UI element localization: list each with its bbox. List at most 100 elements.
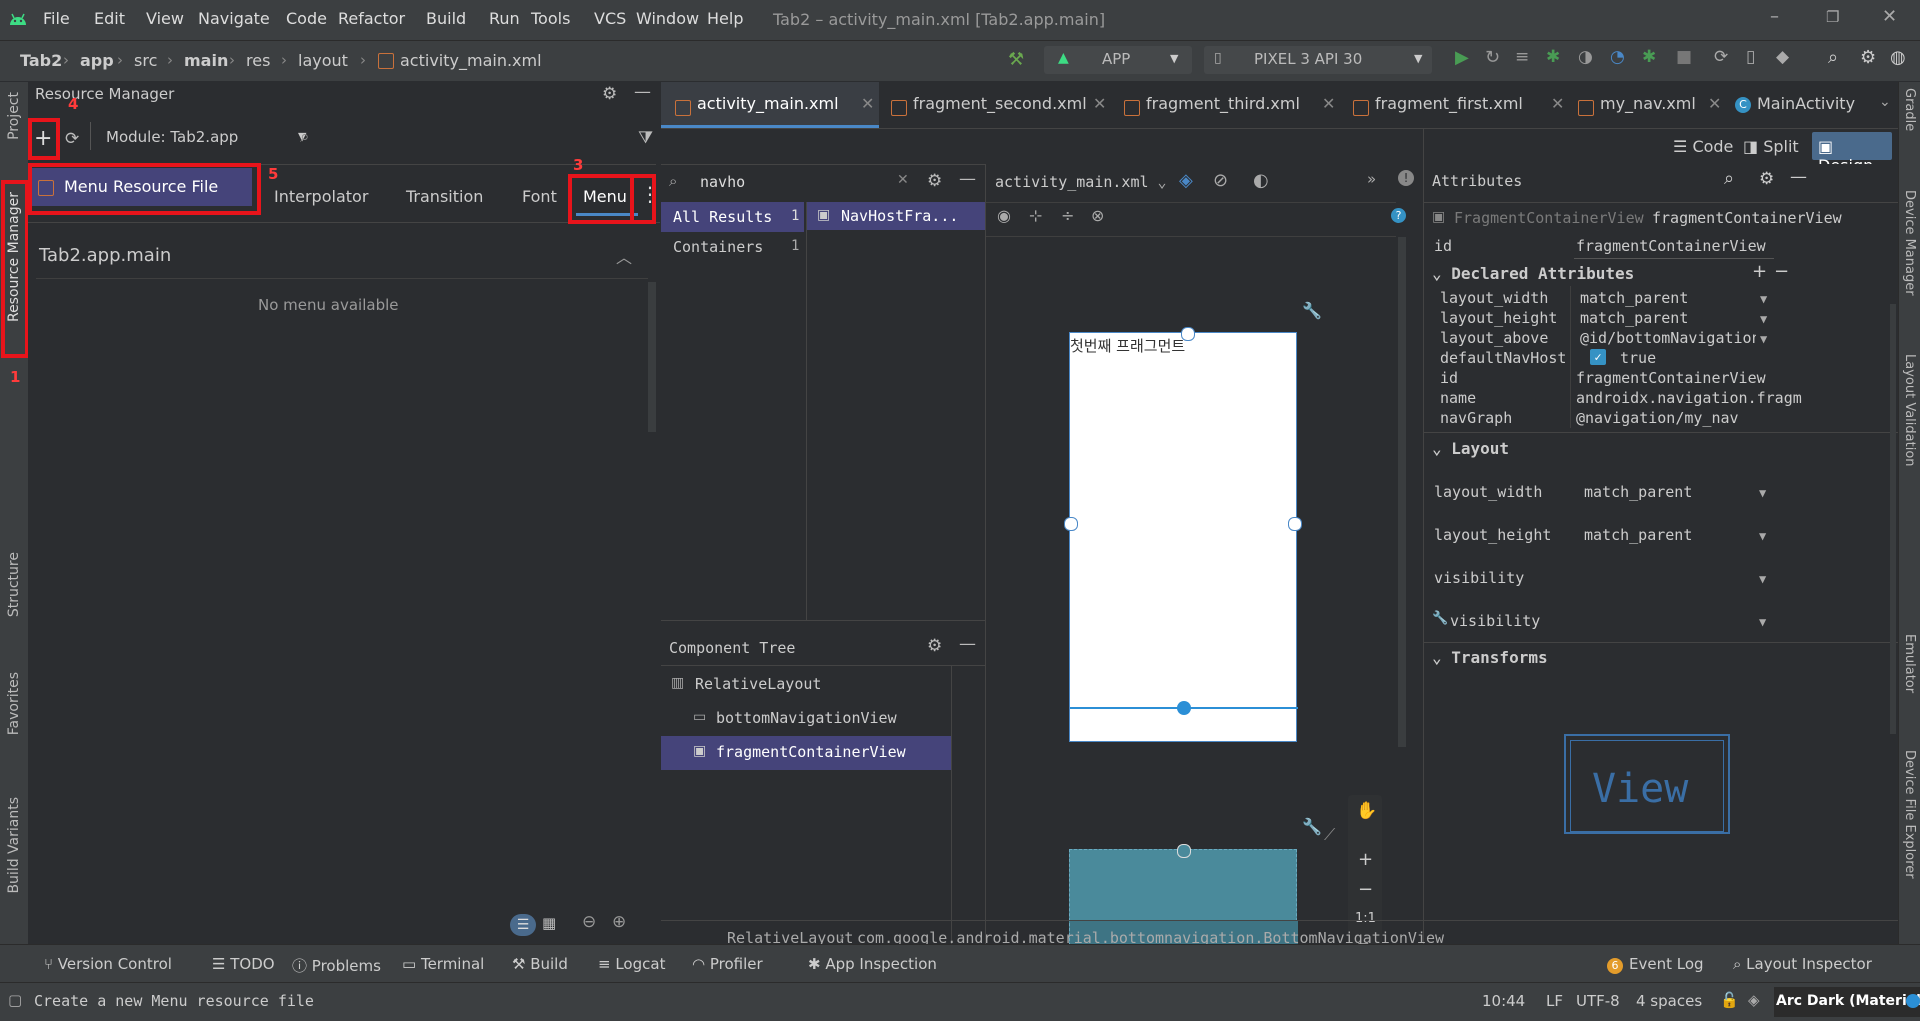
resize-handle-icon[interactable]: ⟋ (1324, 825, 1335, 845)
chevron-down-icon[interactable]: ▼ (1760, 332, 1767, 346)
palette-category-containers[interactable]: Containers 1 (661, 232, 804, 262)
close-tab-icon[interactable]: ✕ (861, 94, 874, 113)
tool-layout-inspector[interactable]: ⌕ Layout Inspector (1733, 955, 1872, 973)
build-hammer-icon[interactable]: ⚒ (1008, 49, 1024, 70)
tool-tab-favorites[interactable]: Favorites (6, 672, 22, 735)
debug-icon[interactable]: ✱ (1546, 47, 1560, 67)
filter-icon[interactable]: ⧩ (638, 128, 653, 148)
split-mode-button[interactable]: ◨ Split (1743, 137, 1799, 156)
attr-value[interactable]: match_parent (1584, 483, 1834, 501)
attr-value[interactable]: fragmentContainerView (1576, 369, 1826, 387)
zoom-out-icon[interactable]: ⊖ (582, 912, 596, 932)
tree-item-fragment-container-view[interactable]: ▣ fragmentContainerView (661, 736, 951, 770)
tab-font[interactable]: Font (522, 187, 557, 206)
eye-visibility-icon[interactable]: ◉ (997, 206, 1011, 225)
search-icon[interactable]: ⌕ (300, 127, 310, 147)
tree-item-relative-layout[interactable]: ▥ RelativeLayout (661, 668, 951, 702)
checkbox-checked-icon[interactable]: ✓ (1590, 349, 1606, 365)
coverage-icon[interactable]: ◑ (1578, 47, 1593, 67)
list-view-icon[interactable]: ☰ (510, 914, 536, 936)
tool-build[interactable]: ⚒ Build (512, 955, 568, 973)
zoom-actual-size-button[interactable]: 1:1 (1355, 911, 1376, 926)
wrench-icon[interactable]: 🔧 (1302, 817, 1322, 836)
module-select[interactable]: Module: Tab2.app ▼ (98, 126, 318, 150)
menu-run[interactable]: Run (489, 9, 520, 28)
restore-icon[interactable]: ❐ (1826, 8, 1839, 26)
tool-app-inspection[interactable]: ✱ App Inspection (808, 955, 937, 973)
tool-logcat[interactable]: ≡ Logcat (598, 955, 665, 973)
layout-attr-row[interactable]: layout_height match_parent ▼ (1424, 523, 1884, 563)
attr-value[interactable]: @navigation/my_nav (1576, 409, 1826, 427)
declared-attr-row[interactable]: navGraph @navigation/my_nav (1424, 406, 1884, 431)
sync-gradle-icon[interactable]: ⟳ (1714, 47, 1728, 67)
sdk-manager-icon[interactable]: ◆ (1776, 47, 1789, 67)
settings-gear-icon[interactable]: ⚙ (1860, 47, 1876, 68)
tool-problems[interactable]: ⓘ Problems (292, 955, 381, 976)
lock-icon[interactable]: 🔓 (1720, 991, 1739, 1009)
scrollbar[interactable] (648, 282, 656, 432)
hide-panel-icon[interactable]: — (634, 82, 651, 102)
device-preview-screen[interactable]: 첫번째 프래그먼트 (1064, 327, 1302, 742)
zoom-in-icon[interactable]: ⊕ (612, 912, 626, 932)
tool-todo[interactable]: ☰ TODO (212, 955, 275, 973)
menu-navigate[interactable]: Navigate (198, 9, 270, 28)
tab-transition[interactable]: Transition (406, 187, 483, 206)
inspection-icon[interactable]: ◈ (1748, 991, 1760, 1009)
tool-profiler[interactable]: ◠ Profiler (692, 955, 763, 973)
anchor-handle[interactable] (1177, 701, 1191, 715)
menu-vcs[interactable]: VCS (594, 9, 626, 28)
constraint-icon[interactable]: ⊹ (1029, 206, 1042, 225)
pan-hand-icon[interactable]: ✋ (1356, 801, 1377, 821)
menu-view[interactable]: View (146, 9, 184, 28)
chevron-down-icon[interactable]: ▼ (1759, 615, 1766, 629)
close-tab-icon[interactable]: ✕ (1322, 94, 1335, 113)
tab-list-chevron-icon[interactable]: ⌄ (1879, 94, 1891, 110)
design-canvas[interactable]: 🔧 첫번째 프래그먼트 ⟋ 🔧 🔧 ✋ + − 1:1 ⊡ (986, 237, 1398, 1010)
tool-tab-device-file-explorer[interactable]: Device File Explorer (1902, 750, 1917, 879)
device-manager-icon[interactable]: ▯ (1746, 47, 1755, 67)
breadcrumb-res[interactable]: res (246, 51, 270, 70)
chevron-down-icon[interactable]: ▼ (1760, 292, 1767, 306)
toggle-tool-windows-icon[interactable]: ▢ (8, 991, 22, 1009)
theme-indicator[interactable]: Arc Dark (Material) (1774, 987, 1920, 1017)
menu-window[interactable]: Window (636, 9, 699, 28)
canvas-scrollbar[interactable] (1398, 237, 1406, 747)
remove-attribute-icon[interactable]: − (1774, 261, 1789, 282)
chevron-down-icon[interactable]: ▼ (1760, 312, 1767, 326)
settings-gear-icon[interactable]: ⚙ (927, 171, 942, 191)
tool-event-log[interactable]: 6 Event Log (1607, 955, 1704, 974)
settings-gear-icon[interactable]: ⚙ (602, 84, 617, 104)
profile-icon[interactable]: ◔ (1610, 47, 1625, 67)
file-encoding[interactable]: UTF-8 (1576, 992, 1620, 1010)
hide-panel-icon[interactable]: — (1790, 167, 1807, 187)
palette-search-value[interactable]: navho (700, 173, 745, 191)
indent-setting[interactable]: 4 spaces (1636, 992, 1702, 1010)
attr-value[interactable]: androidx.navigation.fragmen (1576, 389, 1802, 407)
tree-item-bottom-navigation-view[interactable]: ▭ bottomNavigationView (661, 702, 951, 736)
anchor-handle[interactable] (1288, 517, 1302, 531)
minimize-icon[interactable]: – (1770, 6, 1779, 27)
attributes-scrollbar[interactable] (1890, 304, 1896, 734)
run-icon[interactable]: ▶ (1455, 47, 1469, 68)
wrench-icon[interactable]: 🔧 (1302, 301, 1322, 320)
menu-build[interactable]: Build (426, 9, 466, 28)
device-select[interactable]: ▯ PIXEL 3 API 30 ▼ (1204, 46, 1432, 74)
more-toolbar-icon[interactable]: » (1367, 170, 1376, 188)
tool-tab-gradle[interactable]: Gradle (1902, 88, 1917, 131)
attach-debugger-icon[interactable]: ✱ (1642, 47, 1656, 67)
palette-category-all-results[interactable]: All Results 1 (661, 202, 804, 232)
help-icon[interactable]: ? (1391, 208, 1406, 223)
breadcrumb-layout[interactable]: layout (298, 51, 348, 70)
file-tab-fragment-first[interactable]: fragment_first.xml ✕ (1351, 82, 1571, 128)
add-attribute-icon[interactable]: + (1752, 261, 1767, 282)
chevron-down-icon[interactable]: ▼ (1759, 529, 1766, 543)
run-config-select[interactable]: ▲ APP ▼ (1044, 46, 1192, 74)
file-tab-activity-main[interactable]: activity_main.xml ✕ (661, 82, 879, 128)
layers-icon[interactable]: ◈ (1179, 170, 1193, 191)
tool-version-control[interactable]: ⑂ Version Control (44, 955, 172, 973)
attr-value[interactable]: @id/bottomNavigationVie (1580, 329, 1756, 347)
account-icon[interactable]: ◍ (1890, 47, 1906, 68)
magnet-off-icon[interactable]: ⊗ (1091, 206, 1104, 225)
margin-icon[interactable]: ÷ (1061, 206, 1074, 225)
transforms-section-header[interactable]: ⌄ Transforms (1432, 648, 1548, 667)
